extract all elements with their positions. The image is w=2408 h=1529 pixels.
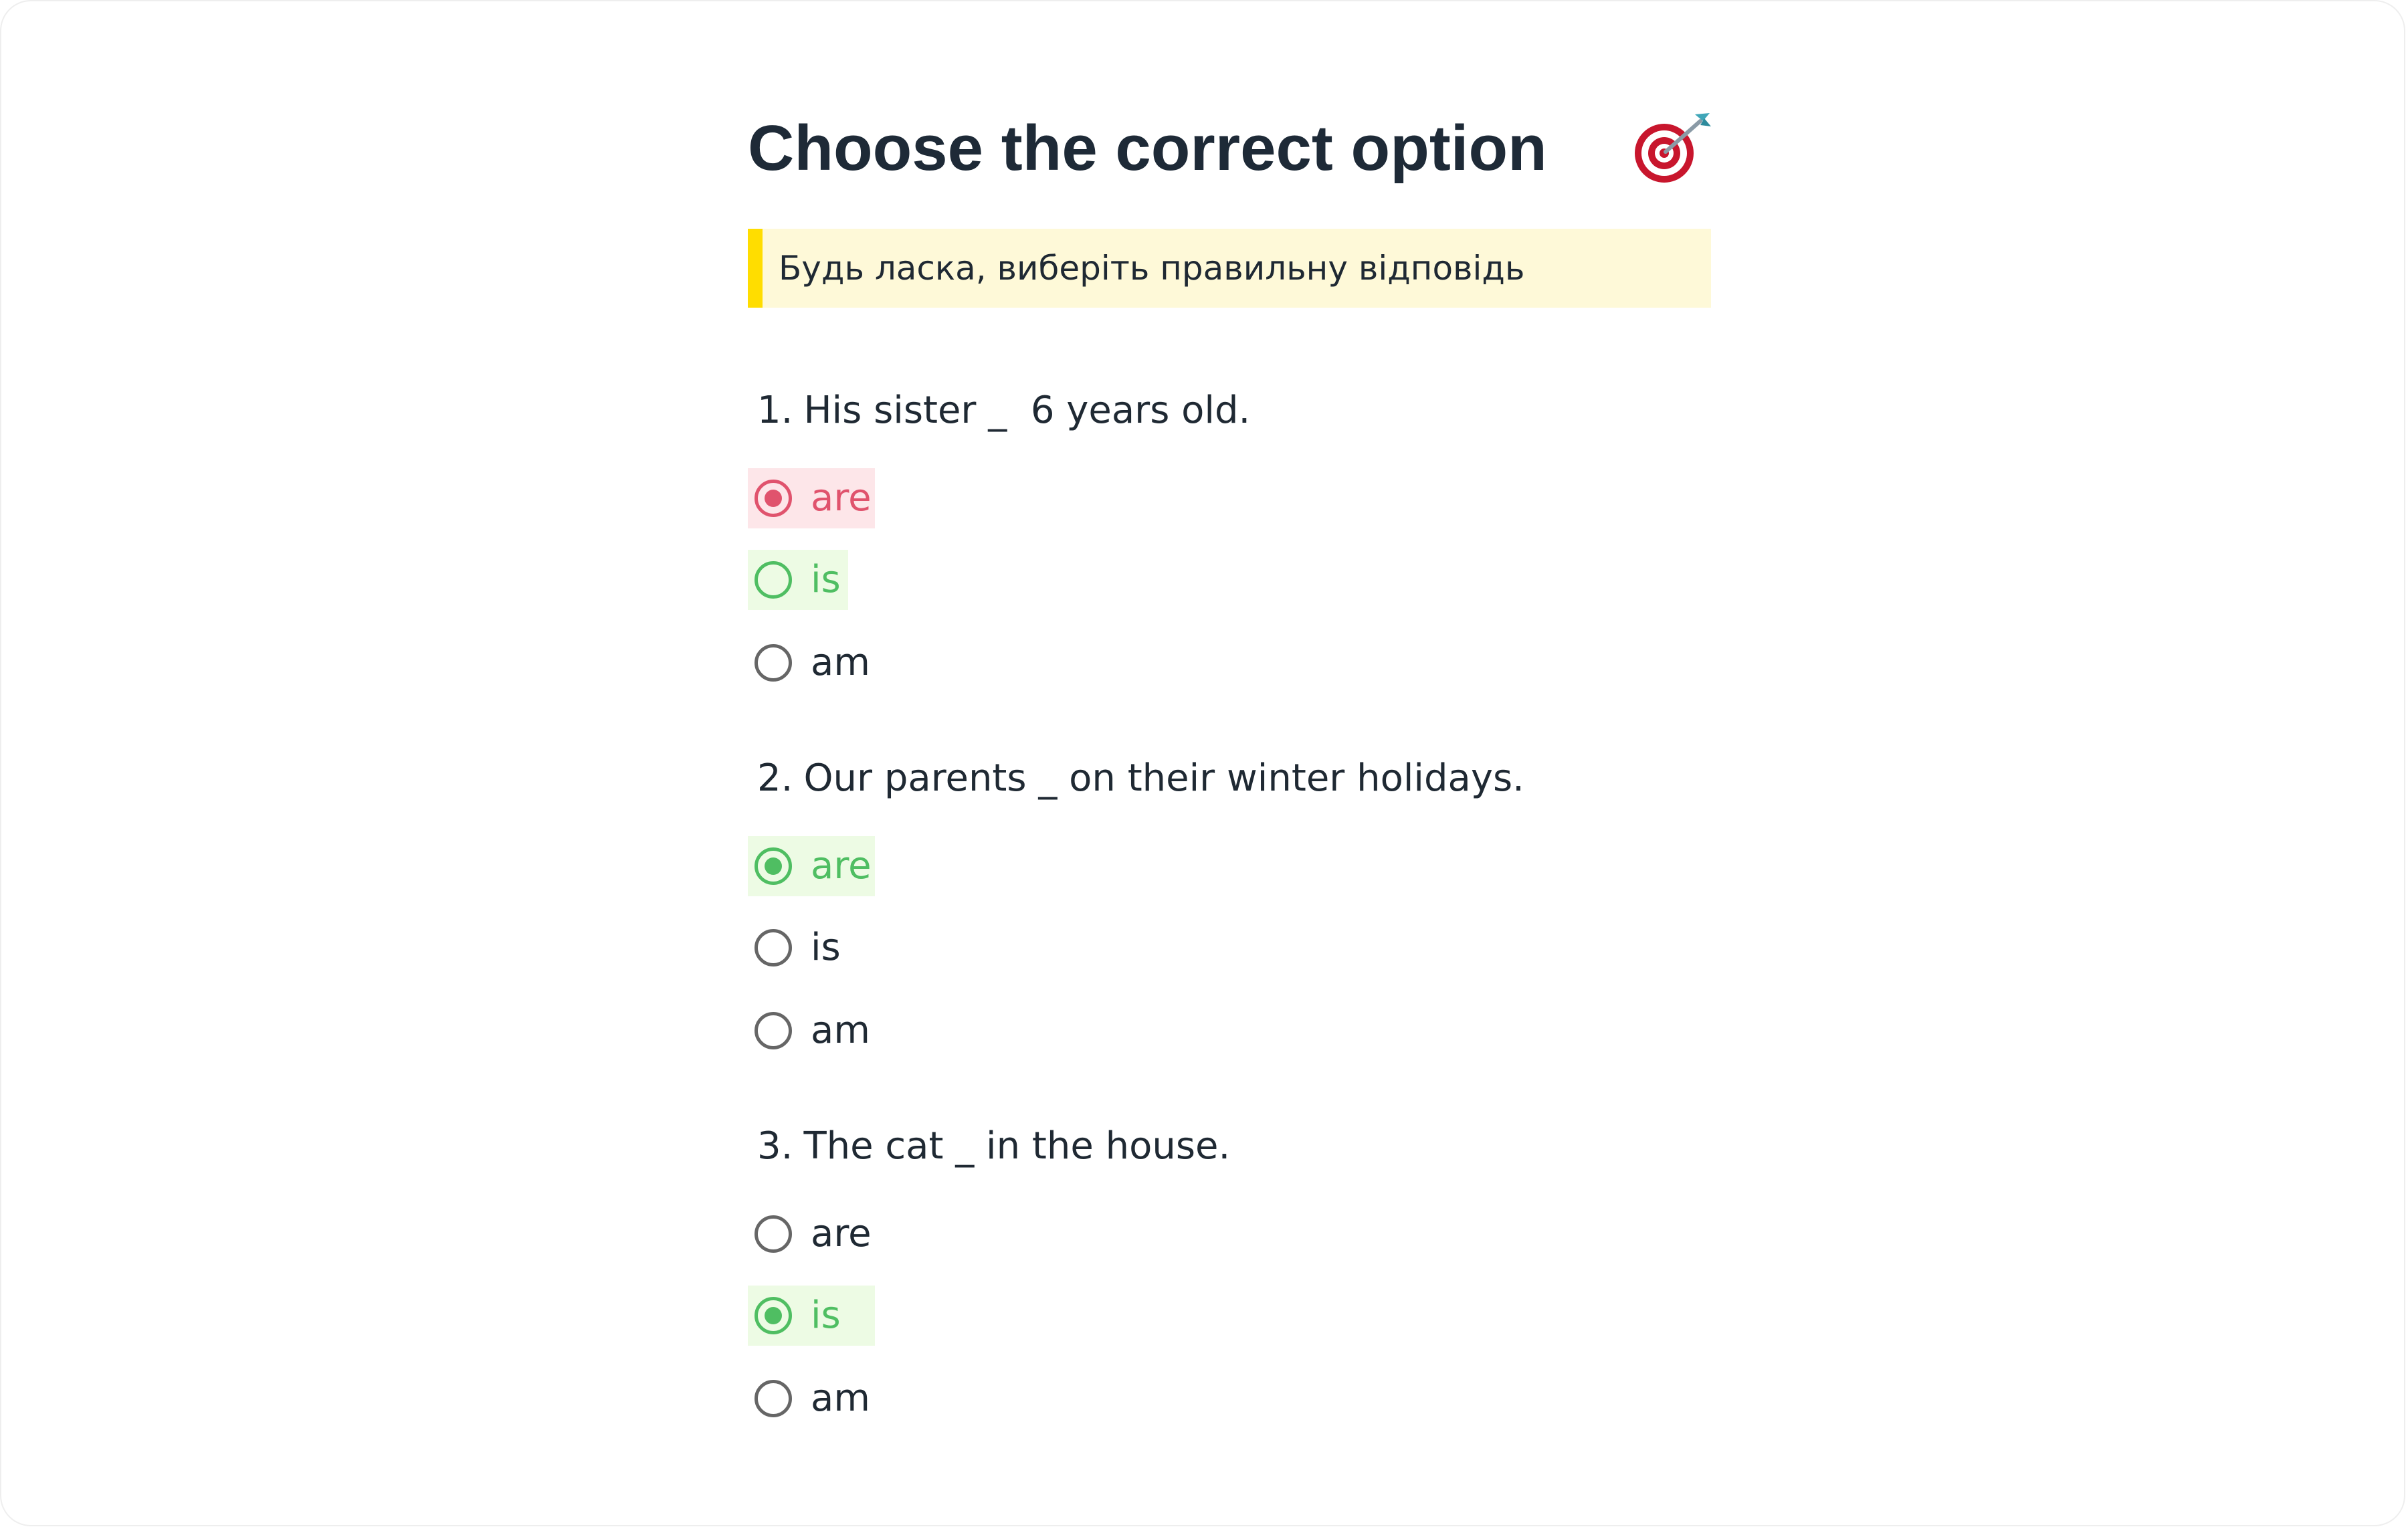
radio-selected-icon[interactable]	[755, 480, 792, 517]
question-3: 3. The cat _ in the house.	[757, 1120, 1230, 1173]
option-label: am	[811, 1009, 870, 1052]
instruction-callout: Будь ласка, виберіть правильну відповідь	[748, 229, 1711, 308]
question-1-option-are[interactable]: are	[748, 468, 875, 528]
quiz-card: Choose the correct option Будь ласка, ви…	[0, 0, 2405, 1526]
option-label: is	[811, 926, 841, 969]
radio-unselected-icon[interactable]	[755, 1215, 792, 1253]
question-1-option-am[interactable]: am	[748, 633, 875, 693]
radio-unselected-icon[interactable]	[755, 1380, 792, 1417]
option-label: am	[811, 641, 870, 684]
question-number: 2.	[757, 756, 793, 800]
option-label: are	[811, 476, 872, 520]
question-3-option-is[interactable]: is	[748, 1286, 875, 1346]
option-label: is	[811, 1294, 841, 1337]
question-3-option-are[interactable]: are	[748, 1204, 875, 1264]
question-text: The cat _ in the house.	[803, 1124, 1231, 1168]
page-title: Choose the correct option	[748, 112, 1547, 184]
radio-unselected-icon[interactable]	[755, 1012, 792, 1049]
question-number: 3.	[757, 1124, 793, 1168]
radio-unselected-icon[interactable]	[755, 561, 792, 599]
question-2-option-is[interactable]: is	[748, 918, 848, 978]
question-1: 1. His sister _ 6 years old.	[757, 384, 1250, 437]
question-1-option-is[interactable]: is	[748, 550, 848, 610]
question-3-option-am[interactable]: am	[748, 1368, 875, 1429]
question-number: 1.	[757, 389, 793, 432]
radio-selected-icon[interactable]	[755, 847, 792, 885]
option-label: are	[811, 844, 872, 888]
target-dart-icon	[1635, 113, 1711, 183]
question-2-option-are[interactable]: are	[748, 836, 875, 896]
question-2-option-am[interactable]: am	[748, 1001, 875, 1061]
radio-unselected-icon[interactable]	[755, 929, 792, 966]
option-label: are	[811, 1212, 872, 1255]
question-text: His sister _ 6 years old.	[803, 389, 1251, 432]
radio-unselected-icon[interactable]	[755, 644, 792, 682]
option-label: is	[811, 558, 841, 601]
question-text: Our parents _ on their winter holidays.	[803, 756, 1524, 800]
question-2: 2. Our parents _ on their winter holidays…	[757, 752, 1524, 805]
radio-selected-icon[interactable]	[755, 1297, 792, 1334]
option-label: am	[811, 1377, 870, 1420]
